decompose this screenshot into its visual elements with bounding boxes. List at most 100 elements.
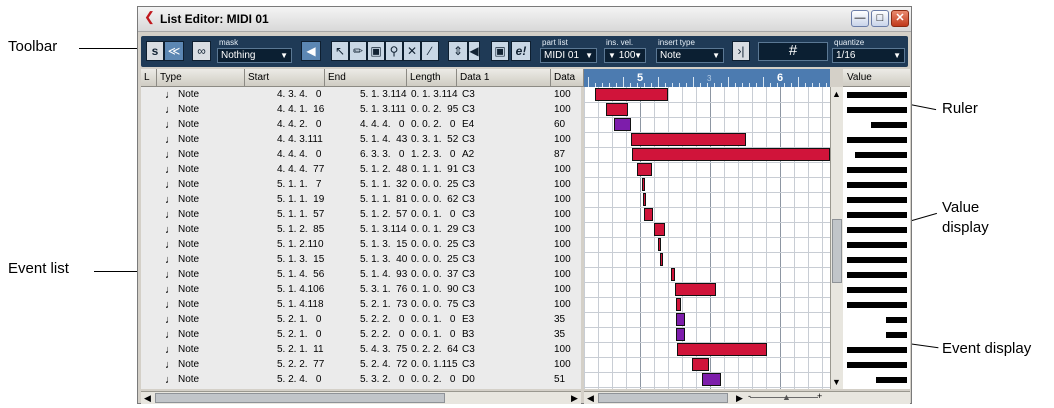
table-row[interactable]: ♩ Note 5. 2. 1. 0 5. 2. 2. 0 0. 0. 1. 0 B3 35 [141, 328, 581, 342]
listen-button[interactable]: ≪ [164, 41, 184, 61]
velocity-bar[interactable] [847, 347, 907, 353]
table-row[interactable]: ♩ Note 5. 1. 4.118 5. 2. 1. 73 0. 0. 0. 75 C3… [141, 298, 581, 312]
velocity-bar[interactable] [847, 362, 907, 368]
velocity-bar[interactable] [847, 212, 907, 218]
grid-display[interactable]: # [758, 42, 828, 61]
scroll-up-icon[interactable]: ▲ [831, 89, 842, 99]
edit-mode-icon[interactable]: ▣ [491, 41, 509, 61]
col-data1[interactable]: Data 1 [457, 69, 551, 86]
minimize-button[interactable]: — [851, 10, 869, 27]
scroll-left-icon[interactable]: ◀ [585, 393, 596, 404]
list-scroll-thumb[interactable] [155, 393, 445, 403]
scroll-right-icon[interactable]: ▶ [734, 393, 745, 404]
event-display[interactable] [584, 87, 830, 389]
eraser-tool-icon[interactable]: ▣ [367, 41, 385, 61]
velocity-bar[interactable] [886, 332, 907, 338]
velocity-bar[interactable] [847, 302, 907, 308]
table-row[interactable]: ♩ Note 5. 1. 1. 57 5. 1. 2. 57 0. 0. 1. 0 C3 1… [141, 208, 581, 222]
insert-velocity-icon[interactable]: ⇕ [448, 41, 468, 61]
zoom-plus-icon[interactable]: + [817, 391, 822, 401]
velocity-bar[interactable] [871, 122, 907, 128]
table-row[interactable]: ♩ Note 4. 3. 4. 0 5. 1. 3.114 0. 1. 3.114 C3 1… [141, 88, 581, 102]
note-bar[interactable] [654, 223, 665, 236]
table-row[interactable]: ♩ Note 4. 4. 4. 0 6. 3. 3. 0 1. 2. 3. 0 A2 87 [141, 148, 581, 162]
col-start[interactable]: Start [245, 69, 325, 86]
velocity-bar[interactable] [886, 317, 907, 323]
line-tool-icon[interactable]: ∕ [421, 41, 439, 61]
vertical-scrollbar[interactable]: ▲ ▼ [830, 87, 843, 389]
table-row[interactable]: ♩ Note 5. 2. 1. 0 5. 2. 2. 0 0. 0. 1. 0 E3 35 [141, 313, 581, 327]
velocity-bar[interactable] [847, 167, 907, 173]
mask-select[interactable]: Nothing ▼ [217, 48, 292, 63]
table-row[interactable]: ♩ Note 5. 1. 2.110 5. 1. 3. 15 0. 0. 0. 25 C3… [141, 238, 581, 252]
table-row[interactable]: ♩ Note 5. 1. 4. 56 5. 1. 4. 93 0. 0. 0. 37 C3… [141, 268, 581, 282]
col-end[interactable]: End [325, 69, 407, 86]
table-row[interactable]: ♩ Note 5. 1. 2. 85 5. 1. 3.114 0. 0. 1. 29 C3… [141, 223, 581, 237]
event-horizontal-scrollbar[interactable]: ◀ ▶ - ▲ + [584, 391, 910, 404]
table-row[interactable]: ♩ Note 4. 4. 1. 16 5. 1. 3.111 0. 0. 2. 95 C3… [141, 103, 581, 117]
table-row[interactable]: ♩ Note 5. 2. 2. 77 5. 2. 4. 72 0. 0. 1.115 C3… [141, 358, 581, 372]
col-data2[interactable]: Data 2 [551, 69, 584, 100]
title-bar[interactable]: ❮ List Editor: MIDI 01 — □ ✕ [138, 7, 911, 32]
solo-button[interactable]: s [146, 41, 164, 61]
table-row[interactable]: ♩ Note 4. 4. 4. 77 5. 1. 2. 48 0. 1. 1. 91 C3… [141, 163, 581, 177]
maximize-button[interactable]: □ [871, 10, 889, 27]
ins-vel-field[interactable]: ▼ 100 ▼ [604, 48, 646, 63]
velocity-bar[interactable] [847, 242, 907, 248]
event-list[interactable]: ♩ Note 4. 3. 4. 0 5. 1. 3.114 0. 1. 3.114 C3 1… [141, 87, 581, 389]
event-scroll-thumb[interactable] [598, 393, 728, 403]
snap-button[interactable]: ›| [732, 41, 750, 61]
note-bar[interactable] [676, 328, 685, 341]
velocity-bar[interactable] [847, 227, 907, 233]
vertical-scroll-thumb[interactable] [832, 219, 842, 283]
note-bar[interactable] [606, 103, 628, 116]
velocity-bar[interactable] [847, 92, 907, 98]
note-bar[interactable] [637, 163, 652, 176]
close-button[interactable]: ✕ [891, 10, 909, 27]
table-row[interactable]: ♩ Note 5. 1. 1. 19 5. 1. 1. 81 0. 0. 0. 62 C3… [141, 193, 581, 207]
note-bar[interactable] [632, 148, 830, 161]
note-bar[interactable] [677, 343, 767, 356]
table-row[interactable]: ♩ Note 5. 1. 1. 7 5. 1. 1. 32 0. 0. 0. 25 C3 1… [141, 178, 581, 192]
note-bar[interactable] [660, 253, 663, 266]
nudge-icon[interactable]: ◀ [468, 41, 480, 61]
mute-tool-icon[interactable]: ✕ [403, 41, 421, 61]
velocity-bar[interactable] [855, 152, 907, 158]
quantize-select[interactable]: 1/16 ▼ [832, 48, 905, 63]
table-row[interactable]: ♩ Note 5. 1. 3. 15 5. 1. 3. 40 0. 0. 0. 25 C3… [141, 253, 581, 267]
insert-type-select[interactable]: Note ▼ [656, 48, 724, 63]
velocity-bar[interactable] [847, 287, 907, 293]
note-bar[interactable] [658, 238, 661, 251]
zoom-slider-thumb[interactable]: ▲ [782, 392, 791, 402]
col-length[interactable]: Length [407, 69, 457, 86]
note-bar[interactable] [692, 358, 709, 371]
note-bar[interactable] [614, 118, 631, 131]
edit-in-place-icon[interactable]: e! [511, 41, 531, 61]
arrow-tool-icon[interactable]: ↖ [331, 41, 349, 61]
note-bar[interactable] [675, 283, 716, 296]
velocity-bar[interactable] [847, 182, 907, 188]
scroll-right-icon[interactable]: ▶ [569, 393, 580, 404]
scroll-left-icon[interactable]: ◀ [142, 393, 153, 404]
table-row[interactable]: ♩ Note 4. 4. 2. 0 4. 4. 4. 0 0. 0. 2. 0 E4 60 [141, 118, 581, 132]
velocity-bar[interactable] [847, 107, 907, 113]
velocity-bar[interactable] [847, 257, 907, 263]
velocity-bar[interactable] [847, 137, 907, 143]
show-info-button[interactable]: ◀ [301, 41, 321, 61]
velocity-bar[interactable] [847, 197, 907, 203]
autoscroll-button[interactable]: ∞ [192, 41, 211, 61]
note-bar[interactable] [671, 268, 675, 281]
table-row[interactable]: ♩ Note 4. 4. 3.111 5. 1. 4. 43 0. 3. 1. 52 C3… [141, 133, 581, 147]
col-l[interactable]: L [141, 69, 157, 86]
list-horizontal-scrollbar[interactable]: ◀ ▶ [141, 391, 581, 404]
ruler[interactable]: 5 3 6 [584, 69, 830, 87]
note-bar[interactable] [642, 178, 645, 191]
value-display[interactable] [843, 87, 910, 389]
table-row[interactable]: ♩ Note 5. 2. 4. 0 5. 3. 2. 0 0. 0. 2. 0 D0 51 [141, 373, 581, 387]
zoom-minus-icon[interactable]: - [748, 391, 751, 401]
part-list-select[interactable]: MIDI 01 ▼ [540, 48, 597, 63]
note-bar[interactable] [644, 208, 653, 221]
velocity-bar[interactable] [876, 377, 907, 383]
note-bar[interactable] [643, 193, 646, 206]
table-row[interactable]: ♩ Note 5. 1. 4.106 5. 3. 1. 76 0. 1. 0. 90 C3… [141, 283, 581, 297]
